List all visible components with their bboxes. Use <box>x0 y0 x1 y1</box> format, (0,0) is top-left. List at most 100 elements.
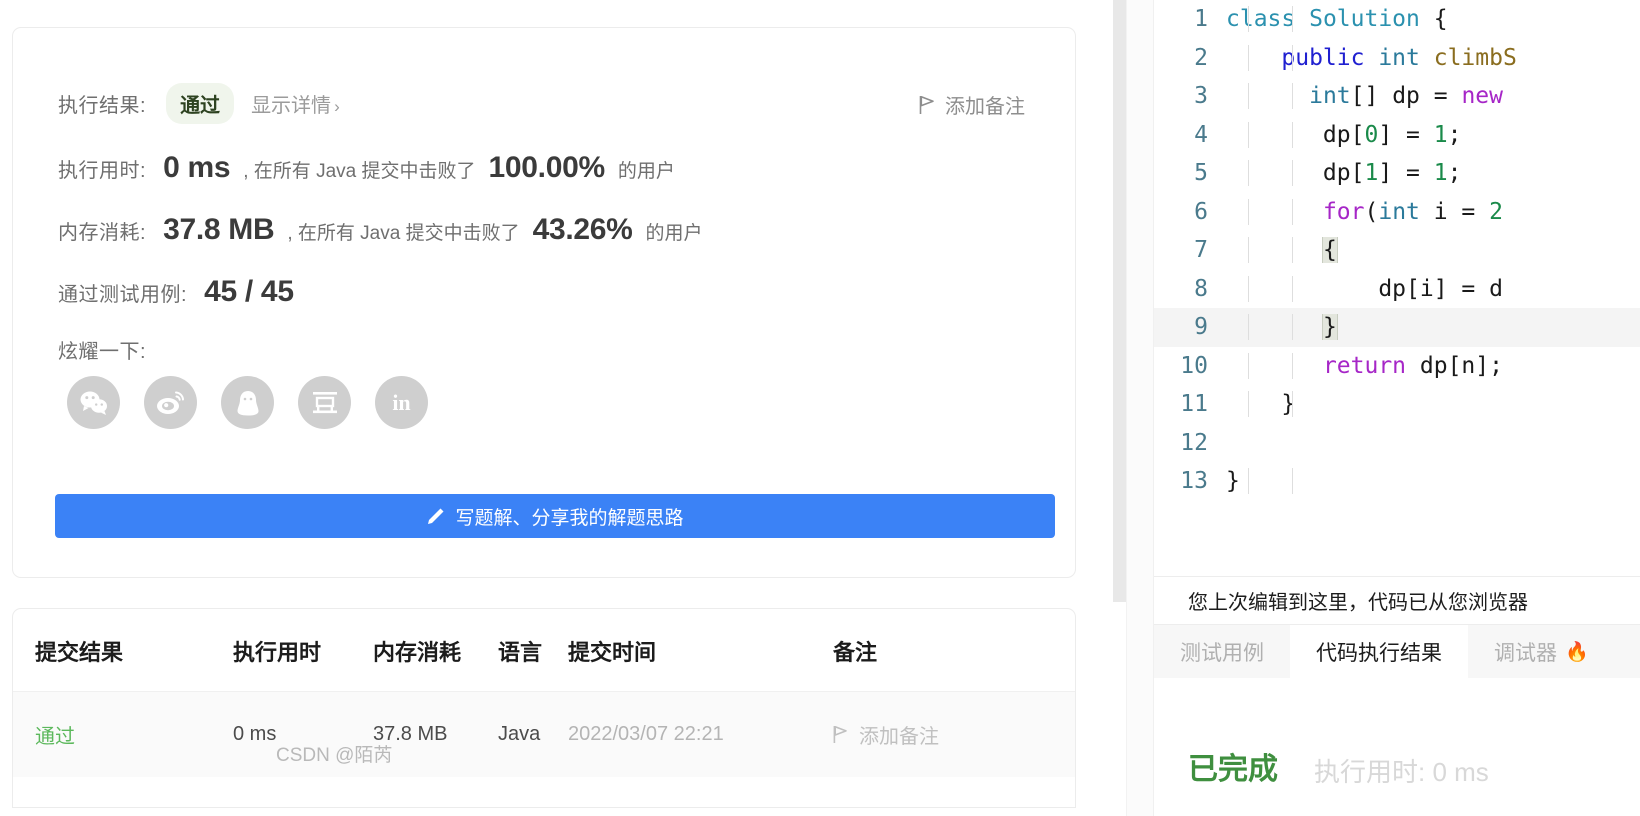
write-solution-button[interactable]: 写题解、分享我的解题思路 <box>55 494 1055 538</box>
memory-mid-text: , 在所有 Java 提交中击败了 <box>287 223 520 244</box>
indent-guide <box>1292 314 1293 341</box>
tab-code-result[interactable]: 代码执行结果 <box>1290 625 1468 678</box>
code-token: { <box>1419 6 1448 33</box>
cell-language: Java <box>498 691 568 777</box>
code-token: ] = <box>1378 160 1434 187</box>
code-line[interactable]: 9 } <box>1154 308 1640 347</box>
indent-guide <box>1292 44 1293 71</box>
cell-time: 2022/03/07 22:21 <box>568 691 833 777</box>
flaunt-label: 炫耀一下: <box>58 341 147 363</box>
tab-testcase[interactable]: 测试用例 <box>1154 625 1290 678</box>
code-line[interactable]: 4 dp[0] = 1; <box>1154 116 1640 155</box>
code-line[interactable]: 13} <box>1154 462 1640 501</box>
code-line[interactable]: 11 } <box>1154 385 1640 424</box>
column-header-status[interactable]: 提交结果 <box>13 609 233 692</box>
code-text: } <box>1226 314 1640 341</box>
cell-status[interactable]: 通过 <box>13 691 233 777</box>
column-header-language[interactable]: 语言 <box>498 609 568 692</box>
code-line[interactable]: 8 dp[i] = d <box>1154 270 1640 309</box>
wechat-share-icon[interactable] <box>67 376 120 429</box>
indent-guide <box>1292 275 1293 302</box>
code-text: int[] dp = new <box>1226 83 1640 110</box>
column-header-time[interactable]: 提交时间 <box>568 609 833 692</box>
code-line[interactable]: 3 int[] dp = new <box>1154 77 1640 116</box>
column-header-memory[interactable]: 内存消耗 <box>373 609 498 692</box>
show-detail-link[interactable]: 显示详情 › <box>251 89 340 118</box>
line-number: 10 <box>1180 352 1208 379</box>
cell-note[interactable]: 添加备注 <box>833 691 1075 777</box>
line-number: 4 <box>1194 121 1208 148</box>
linkedin-glyph: in <box>392 389 411 415</box>
column-header-note[interactable]: 备注 <box>833 609 1075 692</box>
code-line[interactable]: 1 class Solution { <box>1154 0 1640 39</box>
memory-row: 内存消耗: 37.8 MB , 在所有 Java 提交中击败了 43.26% 的… <box>58 213 703 247</box>
submissions-table-body: 通过 0 ms 37.8 MB Java 2022/03/07 22:21 添加… <box>13 691 1075 777</box>
column-header-runtime[interactable]: 执行用时 <box>233 609 373 692</box>
code-editor[interactable]: 1 class Solution {2 public int climbS 3 in… <box>1154 0 1640 554</box>
code-token: int <box>1378 198 1420 225</box>
line-number: 11 <box>1180 391 1208 418</box>
code-line[interactable]: 7 { <box>1154 231 1640 270</box>
code-lines-container: 1 class Solution {2 public int climbS 3 in… <box>1154 0 1640 501</box>
right-pane: 1 class Solution {2 public int climbS 3 in… <box>1154 0 1640 816</box>
code-token: Solution <box>1309 6 1420 33</box>
bottom-panel-tabs: 测试用例 代码执行结果 调试器 🔥 <box>1154 624 1640 678</box>
code-line[interactable]: 2 public int climbS <box>1154 39 1640 78</box>
runtime-value: 0 ms <box>163 151 231 184</box>
code-token: = <box>1419 83 1462 110</box>
testcase-value: 45 / 45 <box>204 275 294 308</box>
tab-testcase-label: 测试用例 <box>1180 641 1264 665</box>
fire-icon: 🔥 <box>1565 641 1589 663</box>
indent-guide <box>1292 352 1293 379</box>
code-line[interactable]: 5 dp[1] = 1; <box>1154 154 1640 193</box>
add-note-button[interactable]: 添加备注 <box>919 90 1025 119</box>
line-number: 2 <box>1194 44 1208 71</box>
code-text: class Solution { <box>1226 6 1640 33</box>
douban-share-icon[interactable] <box>298 376 351 429</box>
pencil-icon <box>428 508 444 524</box>
table-row[interactable]: 通过 0 ms 37.8 MB Java 2022/03/07 22:21 添加… <box>13 691 1075 777</box>
pane-splitter[interactable] <box>1126 0 1154 816</box>
row-add-note-label: 添加备注 <box>859 726 939 748</box>
weibo-share-icon[interactable] <box>144 376 197 429</box>
run-status-runtime: 执行用时: 0 ms <box>1314 757 1489 787</box>
indent-guide <box>1248 391 1249 418</box>
code-token: new <box>1461 83 1503 110</box>
indent-guide <box>1292 83 1293 110</box>
indent-guide <box>1248 160 1249 187</box>
tab-code-result-label: 代码执行结果 <box>1316 641 1442 665</box>
linkedin-share-icon[interactable]: in <box>375 376 428 429</box>
indent-guide <box>1248 44 1249 71</box>
code-token: } <box>1226 391 1296 418</box>
page-scrollbar-thumb[interactable] <box>1113 0 1126 602</box>
tab-debugger[interactable]: 调试器 🔥 <box>1468 625 1615 678</box>
app-root: 执行结果: 通过 显示详情 › 添加备注 执行用时: 0 ms , 在所有 Ja… <box>0 0 1640 816</box>
write-solution-label: 写题解、分享我的解题思路 <box>455 507 684 529</box>
editor-notice-text: 您上次编辑到这里，代码已从您浏览器 <box>1188 592 1528 614</box>
qq-share-icon[interactable] <box>221 376 274 429</box>
code-text: { <box>1226 237 1640 264</box>
memory-suffix: 的用户 <box>645 223 703 244</box>
result-row: 执行结果: 通过 显示详情 › <box>58 83 340 124</box>
row-add-note-button[interactable]: 添加备注 <box>833 720 1075 749</box>
indent-guide <box>1248 198 1249 225</box>
code-line[interactable]: 10 return dp[n]; <box>1154 347 1640 386</box>
line-number: 6 <box>1194 198 1208 225</box>
flag-icon <box>919 95 934 114</box>
indent-guide <box>1248 352 1249 379</box>
chevron-right-icon: › <box>334 97 340 116</box>
code-token: dp[ <box>1226 121 1365 148</box>
code-line[interactable]: 6 for(int i = 2 <box>1154 193 1640 232</box>
code-token: ; <box>1447 121 1462 148</box>
code-text: return dp[n]; <box>1226 352 1640 379</box>
indent-guide <box>1248 314 1249 341</box>
runtime-suffix: 的用户 <box>617 161 675 182</box>
runtime-row: 执行用时: 0 ms , 在所有 Java 提交中击败了 100.00% 的用户 <box>58 151 675 185</box>
code-token: dp[n]; <box>1406 352 1503 379</box>
code-token: ] = <box>1378 121 1434 148</box>
code-token: class <box>1226 6 1310 33</box>
code-line[interactable]: 12 <box>1154 424 1640 463</box>
social-share-list: in <box>67 376 428 429</box>
